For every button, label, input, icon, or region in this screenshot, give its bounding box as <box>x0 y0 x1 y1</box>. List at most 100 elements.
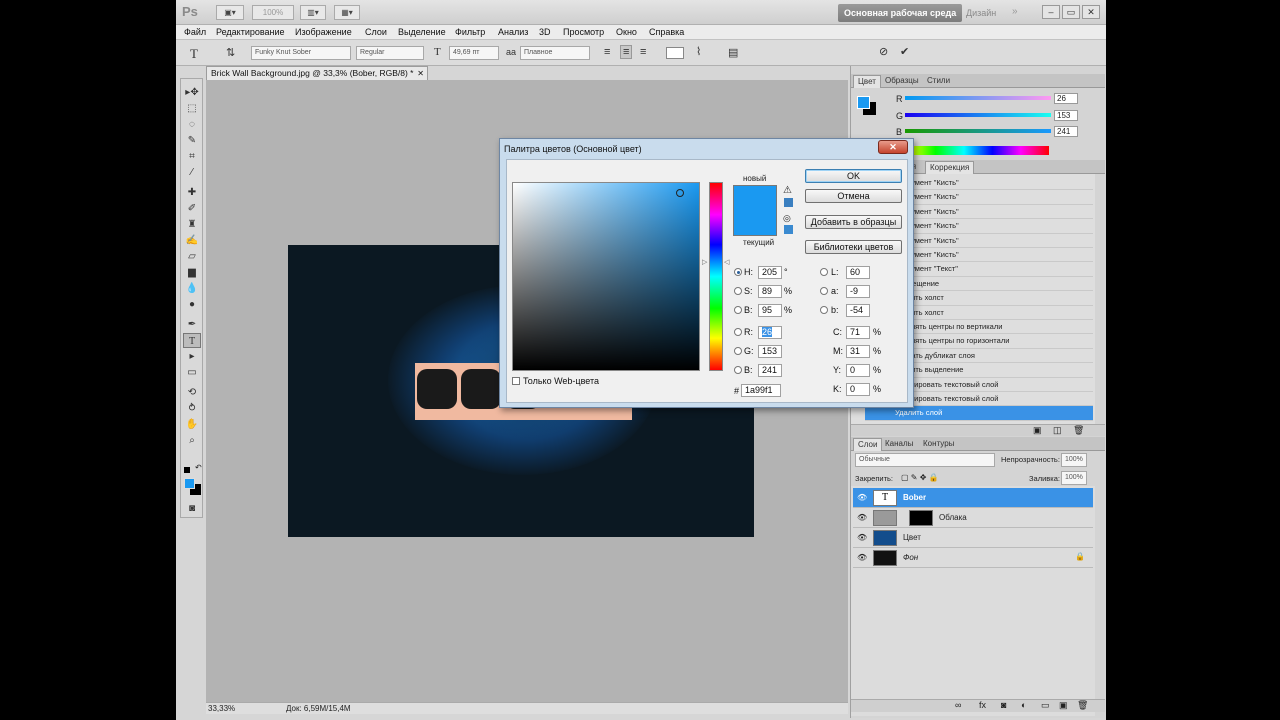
history-item[interactable]: румент "Кисть" <box>907 248 1093 263</box>
add-mask-icon[interactable]: ◙ <box>1001 700 1006 710</box>
history-item[interactable]: стировать текстовый слой <box>907 378 1093 392</box>
tab-layers[interactable]: Слои <box>853 438 883 451</box>
layer-row[interactable]: 👁 Облака <box>853 508 1093 528</box>
horizontal-type-tool-icon[interactable]: T <box>183 333 201 348</box>
m-input[interactable]: 31 <box>846 345 870 358</box>
web-safe-warning-icon[interactable]: ◎ <box>783 213 791 224</box>
link-layers-icon[interactable]: ∞ <box>955 700 961 710</box>
gamut-warning-icon[interactable]: ⚠ <box>783 185 792 196</box>
l-input[interactable]: 60 <box>846 266 870 279</box>
tab-adjustments[interactable]: Коррекция <box>925 161 975 174</box>
tab-paths[interactable]: Контуры <box>919 438 958 451</box>
clone-stamp-tool-icon[interactable]: ♜ <box>183 217 201 232</box>
history-item[interactable]: румент "Кисть" <box>907 176 1093 191</box>
hue-slider[interactable] <box>709 182 723 371</box>
workspace-essentials-button[interactable]: Основная рабочая среда <box>838 4 963 22</box>
pen-tool-icon[interactable]: ✒ <box>183 317 201 332</box>
b-value[interactable]: 241 <box>1054 126 1078 137</box>
brush-tool-icon[interactable]: ✐ <box>183 201 201 216</box>
path-select-tool-icon[interactable]: ▸ <box>183 349 201 364</box>
blur-tool-icon[interactable]: 💧 <box>183 281 201 296</box>
lab-b-input[interactable]: -54 <box>846 304 870 317</box>
quick-mask-icon[interactable]: ◙ <box>183 501 201 516</box>
a-radio[interactable] <box>820 287 828 295</box>
menu-layers[interactable]: Слои <box>365 27 387 37</box>
h-input[interactable]: 205 <box>758 266 782 279</box>
g-radio[interactable] <box>734 347 742 355</box>
layer-row[interactable]: 👁 Цвет <box>853 528 1093 548</box>
align-left-icon[interactable]: ≡ <box>604 46 610 58</box>
history-item[interactable]: внять центры по горизонтали <box>907 334 1093 349</box>
web-safe-color-swatch[interactable] <box>784 225 793 234</box>
web-colors-only-checkbox[interactable] <box>512 377 520 385</box>
blend-mode-select[interactable]: Обычные <box>855 453 995 467</box>
layer-row[interactable]: 👁 Фон 🔒 <box>853 548 1093 568</box>
s-radio[interactable] <box>734 287 742 295</box>
history-item[interactable]: румент "Кисть" <box>907 190 1093 205</box>
history-item[interactable]: внять центры по вертикали <box>907 320 1093 335</box>
cancel-button[interactable]: Отмена <box>805 189 902 203</box>
r-radio[interactable] <box>734 328 742 336</box>
foreground-color-swatch[interactable] <box>184 478 195 489</box>
3d-rotate-tool-icon[interactable]: ⟲ <box>183 385 201 400</box>
font-family-select[interactable]: Funky Knut Sober <box>251 46 351 60</box>
align-right-icon[interactable]: ≡ <box>640 46 646 58</box>
menu-edit[interactable]: Редактирование <box>216 27 285 37</box>
lock-icons[interactable]: ▢ ✎ ✥ 🔒 <box>901 473 939 482</box>
minimize-button[interactable]: – <box>1042 5 1060 19</box>
new-layer-icon[interactable]: ▣ <box>1059 700 1068 711</box>
saturation-brightness-field[interactable] <box>512 182 700 371</box>
menu-select[interactable]: Выделение <box>398 27 446 37</box>
workspace-design-button[interactable]: Дизайн <box>966 8 996 18</box>
font-size-input[interactable]: 49,69 пт <box>449 46 499 60</box>
eraser-tool-icon[interactable]: ▱ <box>183 249 201 264</box>
history-item[interactable]: румент "Текст" <box>907 262 1093 277</box>
a-input[interactable]: -9 <box>846 285 870 298</box>
hue-slider-right-arrow[interactable]: ◁ <box>724 258 729 266</box>
eye-icon[interactable]: 👁 <box>857 553 867 562</box>
history-item[interactable]: вить холст <box>907 291 1093 306</box>
tab-styles[interactable]: Стили <box>923 75 954 88</box>
history-item-selected[interactable]: Удалить слой <box>865 406 1093 421</box>
zoom-readout[interactable]: 33,33% <box>208 704 235 713</box>
r-slider[interactable] <box>905 96 1051 100</box>
ok-button[interactable]: OK <box>805 169 902 183</box>
screen-mode-button[interactable]: ▦▾ <box>334 5 360 20</box>
lasso-tool-icon[interactable]: ◌ <box>183 117 201 132</box>
y-input[interactable]: 0 <box>846 364 870 377</box>
antialias-select[interactable]: Плавное <box>520 46 590 60</box>
eye-icon[interactable]: 👁 <box>857 513 867 522</box>
cancel-edit-icon[interactable]: ⊘ <box>879 45 888 58</box>
zoom-level-select[interactable]: 100% <box>252 5 294 20</box>
eyedropper-tool-icon[interactable]: ⁄ <box>183 165 201 180</box>
panel-fg-swatch[interactable] <box>857 96 870 109</box>
new-snapshot-icon[interactable]: ◫ <box>1053 425 1062 436</box>
type-tool-icon[interactable]: T <box>190 46 198 62</box>
marquee-tool-icon[interactable]: ⬚ <box>183 101 201 116</box>
b-radio[interactable] <box>734 366 742 374</box>
swap-colors-icon[interactable]: ↶ <box>195 463 202 472</box>
history-item[interactable]: нить выделение <box>907 363 1093 378</box>
doc-size-readout[interactable]: Док: 6,59M/15,4M <box>286 704 351 713</box>
more-workspaces-icon[interactable]: » <box>1012 6 1018 17</box>
arrange-documents-button[interactable]: ▥▾ <box>300 5 326 20</box>
g-slider[interactable] <box>905 113 1051 117</box>
eye-icon[interactable]: 👁 <box>857 533 867 542</box>
dodge-tool-icon[interactable]: ● <box>183 297 201 312</box>
menu-image[interactable]: Изображение <box>295 27 352 37</box>
history-item[interactable]: вить холст <box>907 306 1093 320</box>
menu-help[interactable]: Справка <box>649 27 684 37</box>
history-item[interactable]: мещение <box>907 277 1093 292</box>
warp-text-icon[interactable]: ⌇ <box>696 45 701 58</box>
bridge-button[interactable]: ▣▾ <box>216 5 244 20</box>
layer-style-icon[interactable]: fx <box>979 700 986 710</box>
crop-tool-icon[interactable]: ⌗ <box>183 149 201 164</box>
history-item[interactable]: румент "Кисть" <box>907 234 1093 248</box>
menu-view[interactable]: Просмотр <box>563 27 604 37</box>
add-to-swatches-button[interactable]: Добавить в образцы <box>805 215 902 229</box>
hand-tool-icon[interactable]: ✋ <box>183 417 201 432</box>
commit-edit-icon[interactable]: ✔ <box>900 45 909 58</box>
font-style-select[interactable]: Regular <box>356 46 424 60</box>
gamut-color-swatch[interactable] <box>784 198 793 207</box>
menu-filter[interactable]: Фильтр <box>455 27 485 37</box>
